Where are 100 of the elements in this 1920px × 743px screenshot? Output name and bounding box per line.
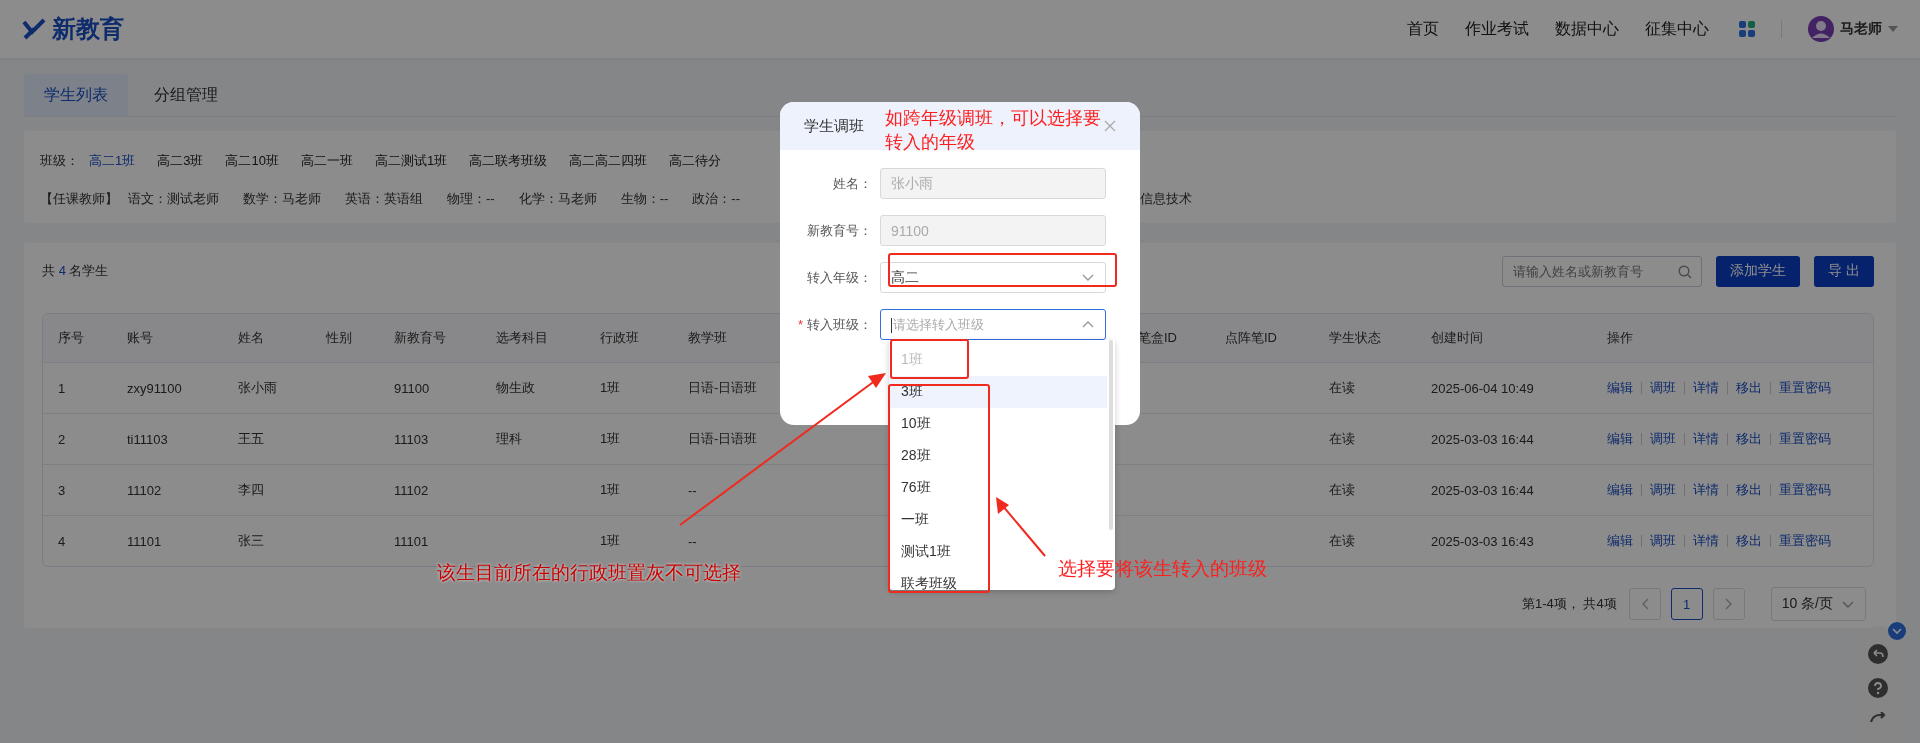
action-link[interactable]: 调班 <box>1650 430 1676 448</box>
search-field[interactable]: 请输入姓名或新教育号 <box>1502 255 1703 287</box>
search-icon <box>1678 264 1693 279</box>
chevron-right-icon <box>1724 598 1733 610</box>
table-cell-text: 1班 <box>600 430 622 448</box>
class-link[interactable]: 高二联考班级 <box>469 152 548 170</box>
class-link[interactable]: 高二1班 <box>89 152 136 170</box>
table-cell-text: 1班 <box>600 379 622 397</box>
toolbar-button[interactable]: 导 出 <box>1814 255 1874 287</box>
class-link[interactable]: 高二10班 <box>225 152 279 170</box>
table-cell-text: 张三 <box>238 532 265 550</box>
annotation-text: 该生目前所在的行政班置灰不可选择 <box>437 561 741 585</box>
column-header: 点阵笔ID <box>1225 329 1278 347</box>
teacher-label: 【任课教师】 <box>40 190 118 208</box>
teacher-text: 数学：马老师 <box>243 190 321 208</box>
table-cell-text: 91100 <box>394 380 431 396</box>
table-cell-text: 王五 <box>238 430 265 448</box>
column-header: 笔盒ID <box>1138 329 1178 347</box>
pagination-summary: 第1-4项， 共4项 <box>1522 595 1617 613</box>
nav-link[interactable]: 数据中心 <box>1555 18 1619 40</box>
column-header: 创建时间 <box>1431 329 1484 347</box>
nav-link[interactable]: 征集中心 <box>1645 18 1709 40</box>
table-cell-text: 1 <box>58 380 67 396</box>
action-link[interactable]: 编辑 <box>1607 532 1633 550</box>
teacher-text: 化学：马老师 <box>518 190 597 208</box>
action-link[interactable]: 重置密码 <box>1779 481 1831 499</box>
action-link[interactable]: 编辑 <box>1607 430 1633 448</box>
class-link[interactable]: 高二测试1班 <box>374 152 448 170</box>
column-header: 操作 <box>1607 329 1634 347</box>
table-cell-text: 在读 <box>1329 379 1356 397</box>
action-link[interactable]: 调班 <box>1650 379 1676 397</box>
teacher-text: 生物：-- <box>620 190 669 208</box>
class-link[interactable]: 高二3班 <box>157 152 204 170</box>
table-cell-text: 理科 <box>496 430 523 448</box>
prev-page-button[interactable] <box>1628 588 1661 620</box>
tab[interactable]: 学生列表 <box>24 74 128 116</box>
undo-icon <box>1868 644 1888 664</box>
caret-icon <box>1888 26 1898 32</box>
field-label: 新教育号： <box>807 221 872 240</box>
column-header: 学生状态 <box>1329 329 1382 347</box>
page-size-select[interactable]: 10 条/页 <box>1770 587 1866 621</box>
user-name: 马老师 <box>1840 20 1882 38</box>
close-button[interactable] <box>1102 118 1118 134</box>
help-icon <box>1868 678 1888 698</box>
action-link[interactable]: 移出 <box>1736 481 1762 499</box>
user-menu[interactable]: 马老师 <box>1808 16 1898 42</box>
action-link[interactable]: 移出 <box>1736 379 1762 397</box>
required-mark: * <box>797 317 803 332</box>
teacher-text: 物理：-- <box>447 190 495 208</box>
action-link[interactable]: 详情 <box>1693 532 1719 550</box>
action-link[interactable]: 调班 <box>1650 481 1676 499</box>
action-link[interactable]: 详情 <box>1693 379 1719 397</box>
table-cell-text: 日语-日语班 <box>688 430 759 448</box>
action-link[interactable]: 重置密码 <box>1779 430 1831 448</box>
action-link[interactable]: 重置密码 <box>1779 379 1831 397</box>
table-cell-text: 1班 <box>600 481 622 499</box>
table-cell-text: 在读 <box>1329 430 1356 448</box>
nav-link[interactable]: 首页 <box>1407 18 1439 40</box>
action-link[interactable]: 详情 <box>1693 430 1719 448</box>
column-header: 新教育号 <box>394 329 447 347</box>
select-field[interactable]: 高二 <box>880 262 1106 293</box>
field-label: 姓名： <box>833 174 872 193</box>
toolbar-button[interactable]: 添加学生 <box>1716 255 1801 287</box>
action-link[interactable]: 移出 <box>1736 430 1762 448</box>
logo-text: 新教育 <box>52 14 124 44</box>
action-link[interactable]: 编辑 <box>1607 481 1633 499</box>
teacher-text: 英语：英语组 <box>345 190 423 208</box>
action-link[interactable]: 调班 <box>1650 532 1676 550</box>
table-cell-text: 11101 <box>394 533 430 549</box>
class-link[interactable]: 高二高二四班 <box>569 152 648 170</box>
action-link[interactable]: 重置密码 <box>1779 532 1831 550</box>
dialog-title: 学生调班 <box>804 116 864 136</box>
action-link[interactable]: 移出 <box>1736 532 1762 550</box>
table-cell-text: -- <box>688 533 698 549</box>
apps-icon <box>1739 21 1755 37</box>
student-count: 共 4 名学生 <box>42 262 109 280</box>
tab[interactable]: 分组管理 <box>134 74 238 116</box>
table-cell-text: 2025-03-03 16:43 <box>1431 533 1535 549</box>
close-icon <box>1104 120 1116 132</box>
table-cell-text: 11103 <box>394 431 430 447</box>
class-link[interactable]: 高二待分 <box>669 152 722 170</box>
column-header: 性别 <box>326 329 353 347</box>
action-link[interactable]: 详情 <box>1693 481 1719 499</box>
teacher-text: 信息技术 <box>1140 190 1192 208</box>
dropdown-option[interactable]: 3班 <box>889 376 1107 408</box>
table-cell-text: 物生政 <box>496 379 536 397</box>
avatar-icon <box>1808 16 1834 42</box>
table-cell-text: 3 <box>58 482 67 498</box>
logo-icon <box>22 18 48 40</box>
annotation-arrow <box>996 497 1046 557</box>
action-link[interactable]: 编辑 <box>1607 379 1633 397</box>
annotation-text: 如跨年级调班，可以选择要转入的年级 <box>885 107 1102 154</box>
class-link[interactable]: 高二一班 <box>300 152 353 170</box>
column-header: 行政班 <box>600 329 640 347</box>
nav-link[interactable]: 作业考试 <box>1465 18 1529 40</box>
field-label: 转入班级： <box>807 315 872 334</box>
page-button[interactable]: 1 <box>1670 588 1703 620</box>
next-page-button[interactable] <box>1712 588 1745 620</box>
field-label: 转入年级： <box>807 268 872 287</box>
table-cell-text: 张小雨 <box>238 379 278 397</box>
